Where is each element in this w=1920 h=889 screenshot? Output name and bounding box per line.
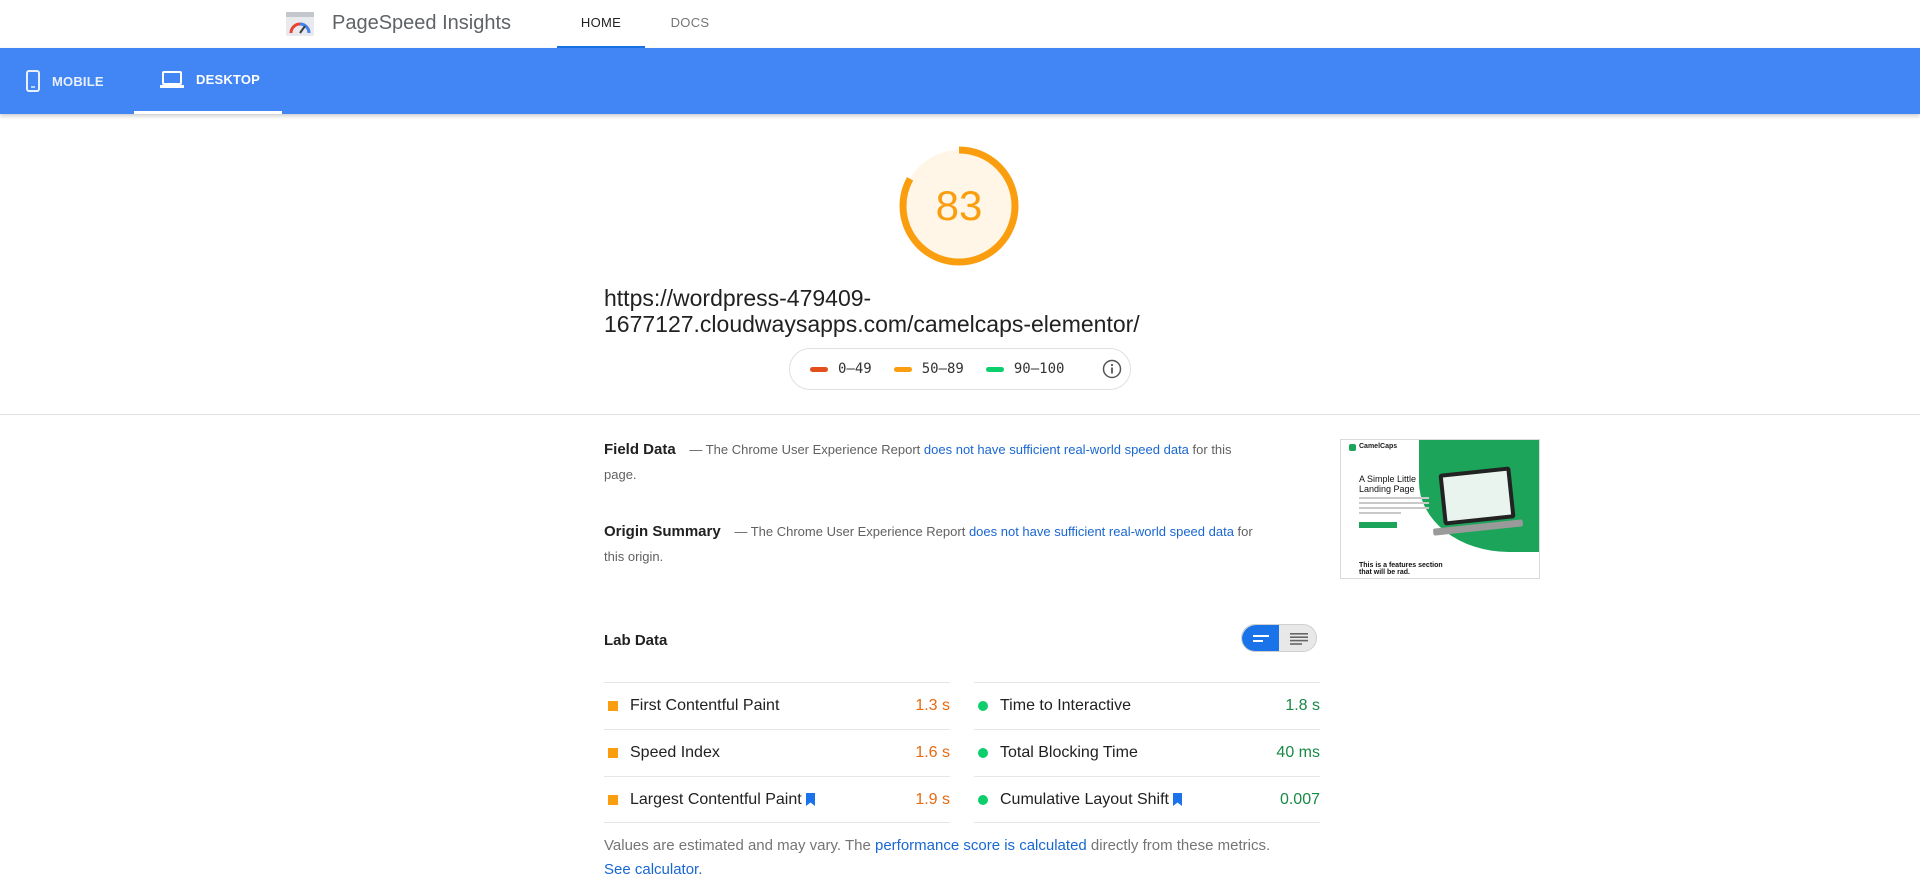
average-marker-icon xyxy=(608,748,618,758)
thumbnail-title-line: Landing Page xyxy=(1359,484,1415,494)
metric-label: Largest Contentful Paint xyxy=(630,791,915,809)
thumbnail-brand: CamelCaps xyxy=(1359,443,1398,450)
legend-swatch-orange xyxy=(893,366,912,372)
legend-range: 90–100 xyxy=(1013,361,1065,377)
pass-marker-icon xyxy=(978,701,988,711)
thumbnail-text-lines xyxy=(1359,497,1429,517)
thumbnail-title: A Simple Little Landing Page xyxy=(1359,474,1416,494)
lab-metrics-left: First Contentful Paint 1.3 s Speed Index… xyxy=(604,682,950,823)
thumbnail-title-line: A Simple Little xyxy=(1359,474,1417,484)
pass-marker-icon xyxy=(978,748,988,758)
legend-range: 50–89 xyxy=(921,361,964,377)
origin-summary-dash: — xyxy=(734,524,748,539)
legend-item-fail: 0–49 xyxy=(810,361,872,377)
tested-url: https://wordpress-479409-1677127.cloudwa… xyxy=(604,285,1140,337)
footnote-text: Values are estimated and may vary. The xyxy=(604,837,871,854)
thumbnail-footer-line: that will be rad. xyxy=(1359,569,1410,576)
info-icon[interactable] xyxy=(1102,359,1122,379)
field-data-heading: Field Data xyxy=(604,441,676,458)
list-expanded-icon xyxy=(1289,633,1308,645)
bookmark-icon[interactable] xyxy=(1172,793,1182,806)
metric-label: Total Blocking Time xyxy=(1000,744,1138,761)
legend-range: 0–49 xyxy=(838,361,872,377)
tab-mobile-label: MOBILE xyxy=(52,73,104,89)
laptop-icon xyxy=(160,70,184,88)
metric-value: 0.007 xyxy=(1279,790,1320,808)
legend-item-average: 50–89 xyxy=(893,361,964,377)
performance-score: 83 xyxy=(935,182,983,229)
thumbnail-logo-icon xyxy=(1349,444,1356,451)
origin-summary-link[interactable]: does not have sufficient real-world spee… xyxy=(969,524,1234,539)
metric-row-lcp: Largest Contentful Paint 1.9 s xyxy=(604,776,950,823)
metric-label: Cumulative Layout Shift xyxy=(1000,791,1280,809)
metric-row-cls: Cumulative Layout Shift 0.007 xyxy=(974,776,1320,823)
metric-value: 1.9 s xyxy=(915,790,950,808)
metric-row-fcp: First Contentful Paint 1.3 s xyxy=(604,682,950,729)
average-marker-icon xyxy=(608,701,618,711)
origin-summary-text: The Chrome User Experience Report xyxy=(750,524,966,539)
metric-value: 1.8 s xyxy=(1285,697,1320,714)
field-data-dash: — xyxy=(689,442,703,457)
score-legend: 0–49 50–89 90–100 xyxy=(789,348,1131,390)
tab-mobile[interactable]: MOBILE xyxy=(26,48,136,114)
tab-desktop-label: DESKTOP xyxy=(196,72,261,87)
performance-score-link[interactable]: performance score is calculated xyxy=(875,837,1087,854)
metrics-view-toggle[interactable] xyxy=(1241,624,1317,652)
top-header: PageSpeed Insights HOME DOCS xyxy=(0,0,1920,48)
lab-metrics-right: Time to Interactive 1.8 s Total Blocking… xyxy=(974,682,1320,823)
thumbnail-laptop-image xyxy=(1438,466,1516,526)
legend-swatch-green xyxy=(985,366,1004,372)
pass-marker-icon xyxy=(978,794,988,805)
tab-desktop[interactable]: DESKTOP xyxy=(134,48,282,114)
metric-value: 1.3 s xyxy=(915,697,950,714)
section-divider xyxy=(0,414,1920,415)
list-collapsed-icon xyxy=(1252,635,1269,642)
thumbnail-footer-line: This is a features section xyxy=(1359,562,1443,569)
collapsed-view-button[interactable] xyxy=(1242,625,1279,651)
field-data-link[interactable]: does not have sufficient real-world spee… xyxy=(924,442,1189,457)
metric-row-speed-index: Speed Index 1.6 s xyxy=(604,729,950,776)
nav-tab-docs[interactable]: DOCS xyxy=(650,0,730,48)
metric-value: 1.6 s xyxy=(915,744,950,761)
page-screenshot-thumbnail[interactable]: CamelCaps A Simple Little Landing Page T… xyxy=(1340,439,1540,579)
pagespeed-logo-icon[interactable] xyxy=(285,11,315,37)
lab-data-footnote: Values are estimated and may vary. The p… xyxy=(604,834,1284,882)
metric-value: 40 ms xyxy=(1276,744,1320,761)
metric-row-tti: Time to Interactive 1.8 s xyxy=(974,682,1320,729)
thumbnail-footer: This is a features section that will be … xyxy=(1359,562,1443,576)
nav-tab-home[interactable]: HOME xyxy=(557,0,645,48)
metric-row-tbt: Total Blocking Time 40 ms xyxy=(974,729,1320,776)
footnote-text-middle: directly from these metrics. xyxy=(1090,837,1271,854)
origin-summary-section: Origin Summary — The Chrome User Experie… xyxy=(604,519,1254,569)
field-data-text: The Chrome User Experience Report xyxy=(705,442,921,457)
app-title: PageSpeed Insights xyxy=(332,12,512,34)
legend-swatch-red xyxy=(810,366,828,372)
expanded-view-button[interactable] xyxy=(1280,625,1316,651)
thumbnail-button xyxy=(1359,522,1397,528)
phone-icon xyxy=(26,70,40,92)
device-tab-bar: MOBILE DESKTOP xyxy=(0,48,1920,114)
see-calculator-link[interactable]: See calculator. xyxy=(604,861,702,878)
metric-label: First Contentful Paint xyxy=(630,697,780,714)
field-data-section: Field Data — The Chrome User Experience … xyxy=(604,437,1254,487)
origin-summary-heading: Origin Summary xyxy=(604,523,721,540)
metric-label: Speed Index xyxy=(630,744,720,761)
lab-data-heading: Lab Data xyxy=(604,632,668,649)
legend-item-pass: 90–100 xyxy=(985,361,1065,377)
bookmark-icon[interactable] xyxy=(805,793,815,806)
metric-label: Time to Interactive xyxy=(1000,697,1132,714)
average-marker-icon xyxy=(608,794,618,805)
